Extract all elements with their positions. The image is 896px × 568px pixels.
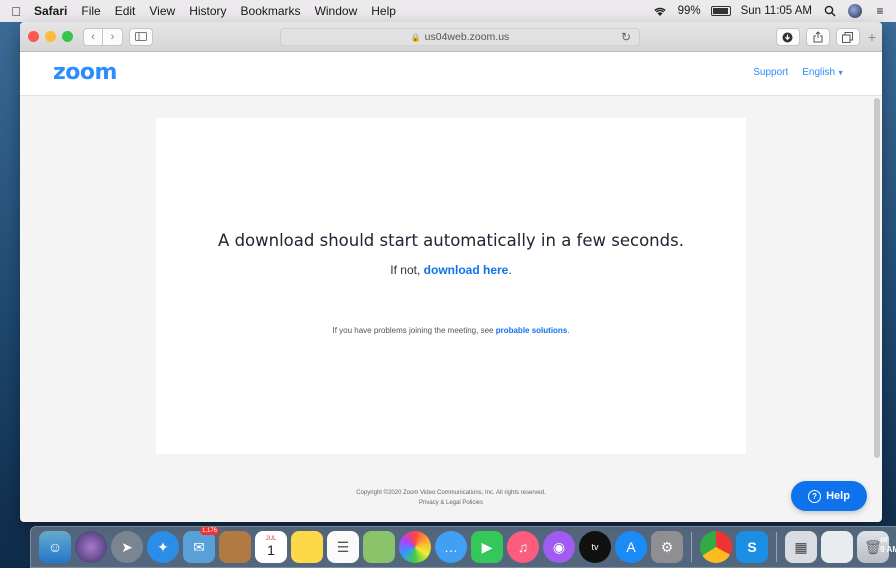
launchpad-icon[interactable]: ➤ (111, 531, 143, 563)
finder-icon[interactable]: ☺ (39, 531, 71, 563)
probable-solutions-link[interactable]: probable solutions (496, 326, 568, 335)
browser-toolbar: ‹ › 🔒 us04web.zoom.us ↻ + (20, 22, 882, 52)
menu-history[interactable]: History (189, 4, 226, 18)
maps-icon[interactable] (363, 531, 395, 563)
download-card: A download should start automatically in… (156, 118, 746, 454)
skype-icon[interactable]: S (736, 531, 768, 563)
menu-app-name[interactable]: Safari (34, 4, 67, 18)
address-bar[interactable]: 🔒 us04web.zoom.us ↻ (280, 28, 640, 46)
close-window-button[interactable] (28, 31, 39, 42)
download-message: A download should start automatically in… (218, 231, 684, 250)
back-button[interactable]: ‹ (83, 27, 103, 46)
documents-stack-icon[interactable] (821, 531, 853, 563)
podcasts-icon[interactable]: ◉ (543, 531, 575, 563)
siri-app-icon[interactable] (75, 531, 107, 563)
notes-icon[interactable] (291, 531, 323, 563)
language-selector[interactable]: English ▼ (802, 67, 844, 78)
dock-edge-text-1: ot (880, 535, 888, 544)
question-icon: ? (808, 489, 822, 503)
dock-edge-text-2: 9 AM (880, 545, 896, 554)
dock-edge-text: ot 9 AM (880, 535, 896, 555)
tabs-overview-icon[interactable] (835, 28, 860, 46)
header-links: Support English ▼ (753, 67, 844, 78)
zoom-logo[interactable]: zoom (53, 60, 117, 85)
lock-icon: 🔒 (410, 32, 421, 42)
window-controls (28, 31, 73, 42)
period-text: . (508, 263, 512, 277)
apple-tv-icon[interactable]: tv (579, 531, 611, 563)
mail-icon[interactable]: ✉ 1,176 (183, 527, 219, 563)
menu-help[interactable]: Help (371, 4, 396, 18)
apple-menu-icon[interactable]:  (8, 4, 24, 19)
help-label: Help (826, 490, 850, 502)
minimize-window-button[interactable] (45, 31, 56, 42)
music-icon[interactable]: ♫ (507, 531, 539, 563)
app-store-icon[interactable]: A (615, 531, 647, 563)
dock: ☺ ➤ ✦ ✉ 1,176 JUL 1 ☰ … ▶ ♫ ◉ tv A ⚙ S ▦ … (30, 526, 896, 568)
messages-icon[interactable]: … (435, 531, 467, 563)
period-text-2: . (567, 326, 570, 335)
dock-separator (691, 532, 692, 562)
chrome-icon[interactable] (700, 531, 732, 563)
system-preferences-icon[interactable]: ⚙ (651, 531, 683, 563)
support-link[interactable]: Support (753, 67, 788, 78)
copyright-text: Copyright ©2020 Zoom Video Communication… (356, 490, 546, 496)
menu-bookmarks[interactable]: Bookmarks (241, 4, 301, 18)
scrollbar[interactable] (874, 98, 880, 458)
toolbar-actions: + (775, 28, 876, 46)
problem-text: If you have problems joining the meeting… (332, 326, 496, 335)
siri-icon[interactable] (848, 4, 862, 18)
notification-center-icon[interactable]: ≡ (872, 3, 888, 19)
dock-separator-2 (776, 532, 777, 562)
language-label: English (802, 67, 836, 78)
problem-message: If you have problems joining the meeting… (156, 326, 746, 335)
zoom-header: zoom Support English ▼ (20, 52, 882, 96)
url-text: us04web.zoom.us (424, 31, 510, 43)
download-here-link[interactable]: download here (424, 263, 509, 277)
safari-icon[interactable]: ✦ (147, 531, 179, 563)
sidebar-toggle-icon[interactable] (129, 27, 153, 46)
reload-icon[interactable]: ↻ (621, 30, 631, 44)
battery-icon[interactable] (710, 6, 731, 16)
mail-badge: 1,176 (199, 527, 219, 535)
facetime-icon[interactable]: ▶ (471, 531, 503, 563)
browser-window: ‹ › 🔒 us04web.zoom.us ↻ + zoom Support E… (20, 22, 882, 522)
clock[interactable]: Sun 11:05 AM (741, 5, 812, 17)
privacy-link[interactable]: Privacy & Legal Policies (20, 498, 882, 508)
menu-file[interactable]: File (81, 4, 100, 18)
help-button[interactable]: ? Help (791, 481, 867, 511)
downloads-folder-icon[interactable]: ▦ (785, 531, 817, 563)
reminders-icon[interactable]: ☰ (327, 531, 359, 563)
menu-edit[interactable]: Edit (115, 4, 136, 18)
contacts-icon[interactable] (219, 531, 251, 563)
wifi-icon[interactable] (652, 3, 668, 19)
battery-percent[interactable]: 99% (678, 5, 701, 17)
history-nav: ‹ › (83, 27, 123, 46)
fallback-message: If not, download here. (156, 263, 746, 277)
calendar-icon[interactable]: JUL 1 (255, 531, 287, 563)
spotlight-search-icon[interactable] (822, 3, 838, 19)
new-tab-icon[interactable]: + (868, 29, 876, 45)
calendar-day: 1 (267, 542, 275, 558)
zoom-window-button[interactable] (62, 31, 73, 42)
page-footer: Copyright ©2020 Zoom Video Communication… (20, 488, 882, 508)
forward-button[interactable]: › (103, 27, 123, 46)
menu-window[interactable]: Window (315, 4, 358, 18)
share-icon[interactable] (805, 28, 830, 46)
if-not-text: If not, (390, 263, 424, 277)
downloads-icon[interactable] (775, 28, 800, 46)
photos-icon[interactable] (399, 531, 431, 563)
menu-bar:  Safari File Edit View History Bookmark… (0, 0, 896, 22)
caret-down-icon: ▼ (837, 70, 844, 77)
menu-view[interactable]: View (149, 4, 175, 18)
